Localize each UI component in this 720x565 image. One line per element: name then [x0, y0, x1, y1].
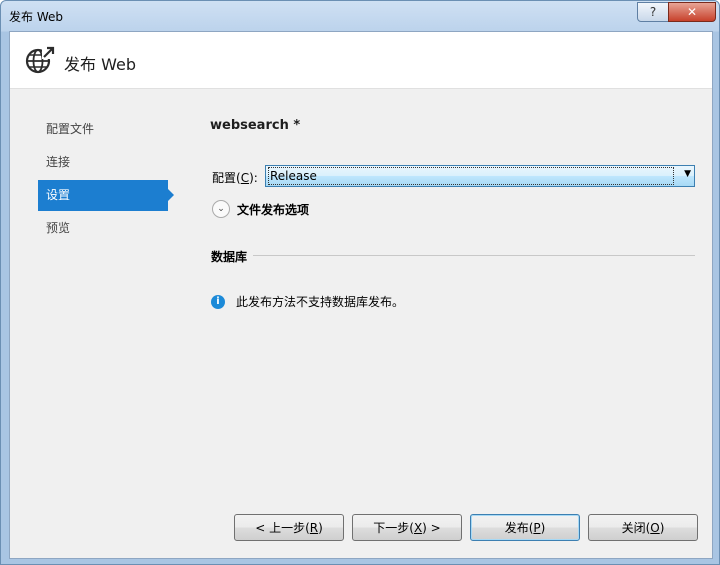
section-divider	[253, 255, 695, 256]
dialog-body: 发布 Web 配置文件 连接 设置 预览 websearch * 配置(C): …	[9, 31, 713, 559]
chevron-down-icon[interactable]: ⌄	[212, 200, 230, 218]
file-publish-options-expander[interactable]: ⌄ 文件发布选项	[212, 200, 309, 218]
info-icon: i	[211, 294, 225, 309]
nav-item-preview[interactable]: 预览	[38, 213, 168, 244]
database-info-text: 此发布方法不支持数据库发布。	[236, 295, 405, 309]
help-button[interactable]: ?	[637, 2, 669, 22]
globe-publish-icon	[25, 46, 55, 74]
close-button[interactable]: 关闭(O)	[588, 514, 698, 541]
dropdown-arrow-icon[interactable]: ▼	[684, 169, 691, 179]
title-bar[interactable]: 发布 Web ? ✕	[1, 1, 719, 31]
window-title: 发布 Web	[9, 10, 63, 24]
nav-item-profile[interactable]: 配置文件	[38, 114, 168, 145]
configuration-value: Release	[268, 167, 674, 185]
nav-item-settings[interactable]: 设置	[38, 180, 174, 211]
previous-button[interactable]: < 上一步(R)	[234, 514, 344, 541]
publish-web-dialog: 发布 Web ? ✕ 发布 Web 配置文件 连接 设置 预览 websearc…	[0, 0, 720, 565]
configuration-select[interactable]: Release ▼	[265, 165, 695, 187]
database-info-message: i 此发布方法不支持数据库发布。	[211, 293, 404, 310]
project-name: websearch *	[210, 118, 301, 133]
file-publish-options-label: 文件发布选项	[237, 202, 310, 217]
dialog-header: 发布 Web	[10, 32, 712, 89]
header-title: 发布 Web	[64, 55, 136, 74]
configuration-label: 配置(C):	[212, 171, 258, 185]
nav-item-connection[interactable]: 连接	[38, 147, 168, 178]
database-section-title: 数据库	[211, 250, 248, 264]
next-button[interactable]: 下一步(X) >	[352, 514, 462, 541]
close-window-button[interactable]: ✕	[668, 2, 716, 22]
wizard-nav: 配置文件 连接 设置 预览	[38, 114, 174, 246]
publish-button[interactable]: 发布(P)	[470, 514, 580, 541]
